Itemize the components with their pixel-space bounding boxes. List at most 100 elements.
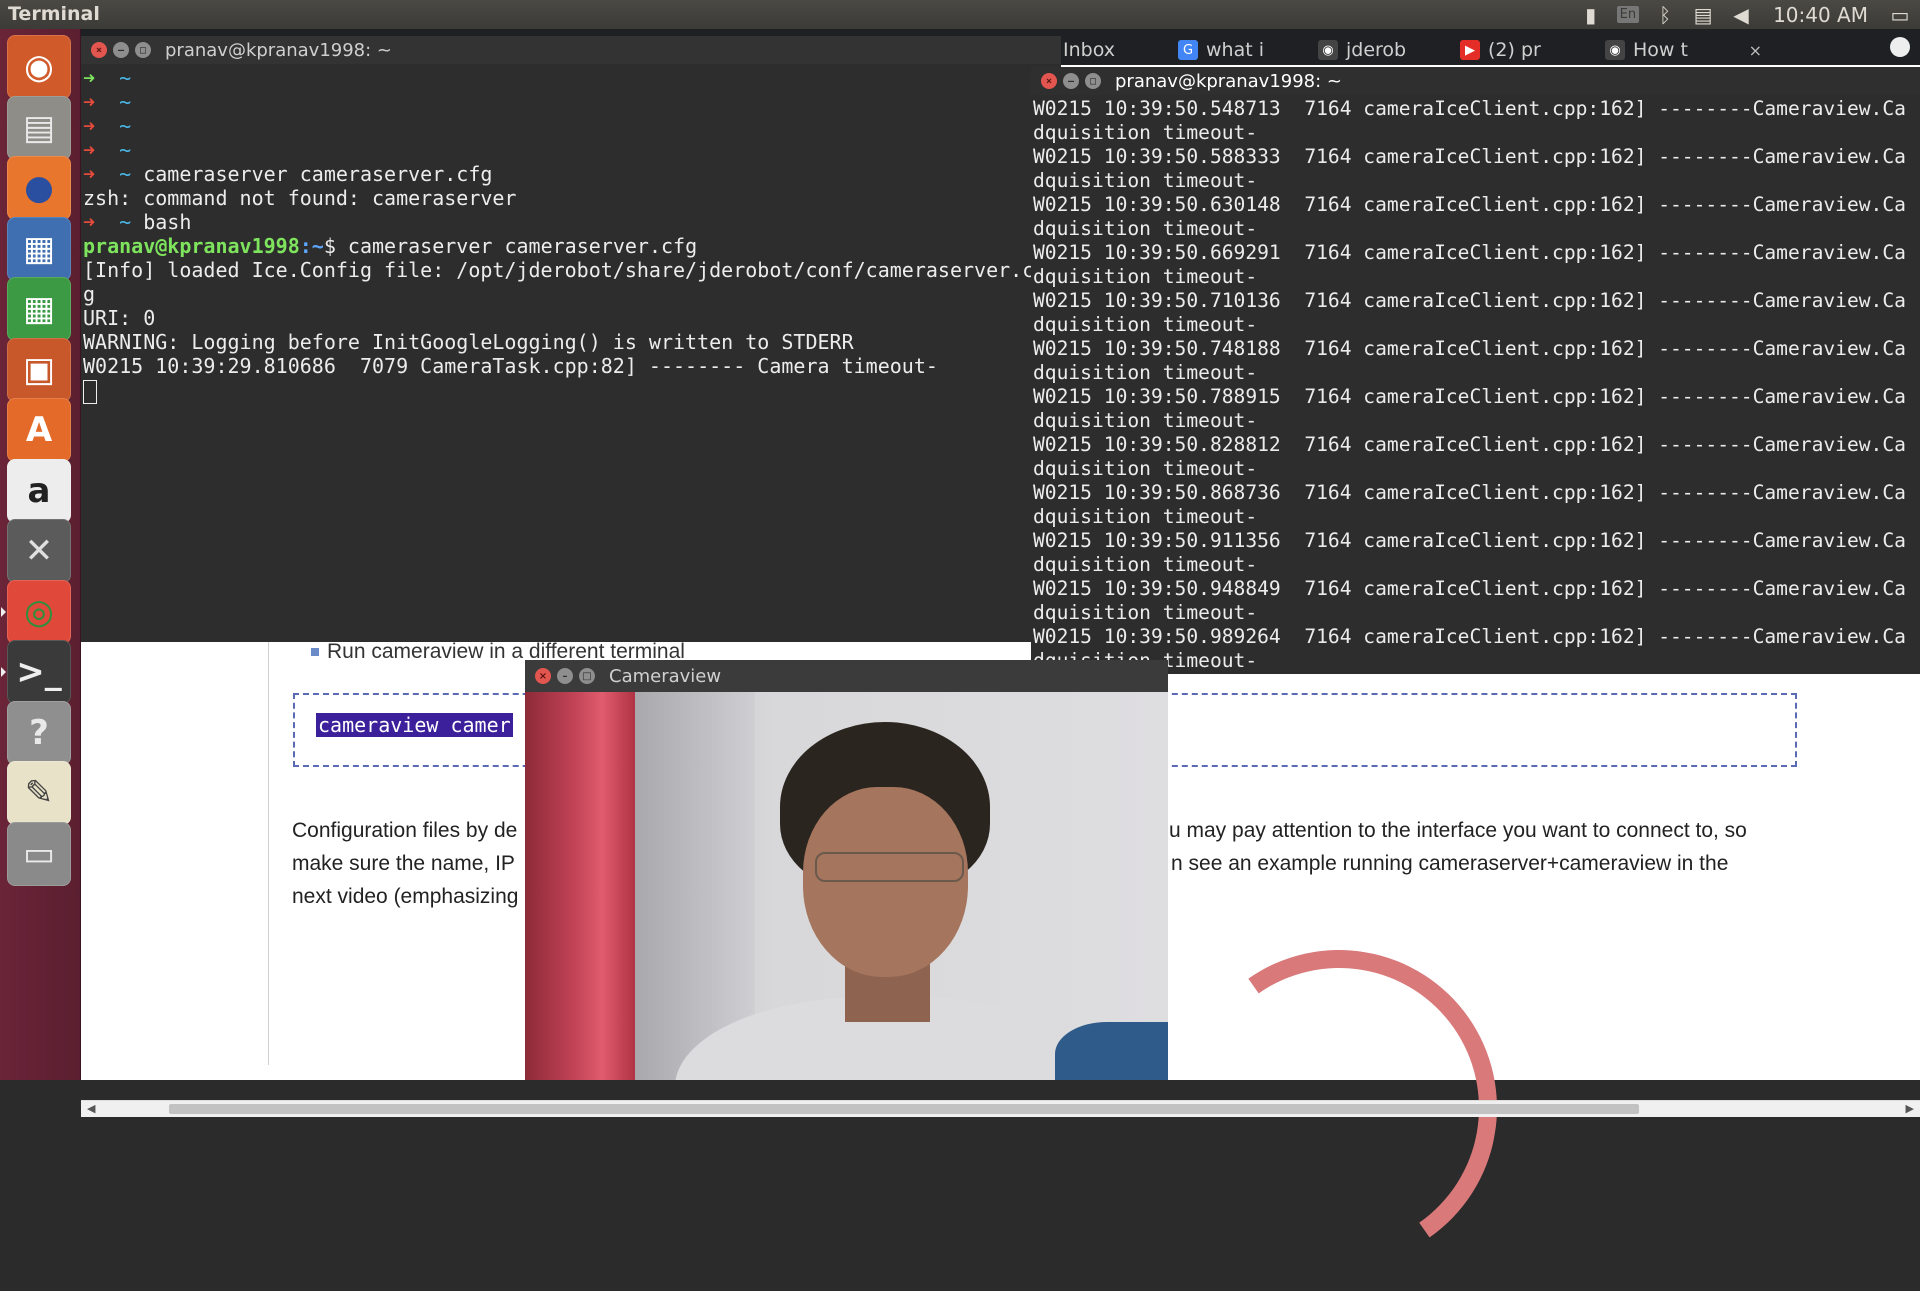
clock[interactable]: 10:40 AM (1773, 3, 1868, 27)
tab-favicon-icon: ▶ (1460, 40, 1480, 60)
maximize-icon[interactable]: □ (1085, 73, 1101, 89)
terminal-titlebar[interactable]: × – □ pranav@kpranav1998: ~ (1031, 67, 1920, 95)
prompt-arrow-icon: ➜ (83, 162, 120, 186)
terminal-line: ➜ ~ bash (83, 210, 1061, 234)
software-center-glyph: A (25, 410, 53, 450)
chrome-icon[interactable]: ◎ (7, 579, 71, 644)
close-icon[interactable]: × (535, 668, 551, 684)
prompt-cwd: ~ (119, 66, 132, 90)
calc-icon[interactable]: ▦ (7, 277, 71, 341)
terminal-icon[interactable]: >_ (7, 640, 71, 704)
writer-icon[interactable]: ▦ (7, 216, 71, 281)
clipboard-icon[interactable]: ▤ (1691, 3, 1715, 27)
scroll-right-icon[interactable]: ▶ (1906, 1102, 1914, 1115)
prompt-user: pranav@kpranav1998 (83, 234, 300, 258)
terminal-line: dquisition timeout- (1033, 169, 1258, 192)
browser-tab[interactable]: ◉ How t × (1605, 35, 1770, 65)
horizontal-scrollbar[interactable]: ◀ ▶ (81, 1100, 1920, 1117)
terminal-line: WARNING: Logging before InitGoogleLoggin… (83, 330, 854, 354)
paragraph-line: n see an example running cameraserver+ca… (1171, 852, 1729, 875)
prompt-arrow-icon: ➜ (83, 210, 120, 234)
display-icon[interactable]: ▭ (1888, 3, 1912, 27)
signal-icon[interactable]: ▮ (1579, 3, 1603, 27)
top-panel: Terminal ▮ En ᛒ ▤ ◀ 10:40 AM ▭ (0, 0, 1920, 29)
impress-icon[interactable]: ▣ (7, 337, 71, 402)
curtain (525, 692, 635, 1080)
terminal-line: dquisition timeout- (1033, 601, 1258, 624)
software-center-icon[interactable]: A (7, 398, 71, 462)
command-text: bash (131, 210, 192, 234)
terminal-line: W0215 10:39:50.828812 7164 cameraIceClie… (1033, 433, 1906, 456)
terminal-line: dquisition timeout- (1033, 457, 1258, 480)
scrollbar-thumb[interactable] (169, 1104, 1639, 1114)
terminal-line: dquisition timeout- (1033, 121, 1258, 144)
terminal-titlebar[interactable]: × – □ pranav@kpranav1998: ~ (81, 36, 1061, 64)
terminal-line: dquisition timeout- (1033, 409, 1258, 432)
minimize-icon[interactable]: – (1063, 73, 1079, 89)
help-glyph: ? (29, 712, 49, 753)
firefox-glyph: ● (24, 168, 54, 208)
impress-glyph: ▣ (22, 349, 56, 390)
terminal-line: ➜ ~ (83, 114, 1061, 138)
launcher: ◉ ▤ ● ▦ ▦ ▣ Aa ✕ ◎ >_? ✎ ▭ (0, 29, 81, 1080)
tab-label: what i (1206, 39, 1264, 61)
browser-tab[interactable]: ▶(2) pr× (1460, 35, 1625, 65)
cameraview-window[interactable]: × – □ Cameraview (525, 660, 1168, 1080)
system-settings-icon[interactable]: ✕ (7, 519, 71, 583)
blanket (1055, 1022, 1168, 1080)
terminal-output[interactable]: W0215 10:39:50.548713 7164 cameraIceClie… (1033, 97, 1920, 673)
paragraph-line: make sure the name, IP (292, 852, 515, 875)
amazon-icon[interactable]: a (7, 458, 71, 523)
close-icon[interactable]: × (91, 42, 107, 58)
active-app-title: Terminal (8, 3, 100, 25)
maximize-icon[interactable]: □ (579, 668, 595, 684)
system-tray: ▮ En ᛒ ▤ ◀ 10:40 AM ▭ (1579, 0, 1920, 29)
tab-close-icon[interactable]: × (1749, 41, 1762, 60)
terminal-line: W0215 10:39:50.669291 7164 cameraIceClie… (1033, 241, 1906, 264)
maximize-icon[interactable]: □ (135, 42, 151, 58)
system-settings-glyph: ✕ (24, 531, 54, 571)
prompt-cwd: ~ (119, 114, 132, 138)
terminal-output[interactable]: ➜ ~ ➜ ~ ➜ ~ ➜ ~ ➜ ~ cameraserver cameraserve… (83, 66, 1061, 404)
files-icon[interactable]: ▤ (7, 95, 71, 160)
terminal-line: pranav@kpranav1998:~$ cameraserver camer… (83, 234, 1061, 258)
terminal-line: ➜ ~ cameraserver cameraserver.cfg (83, 162, 1061, 186)
workspace-switcher-icon[interactable]: ▭ (7, 821, 71, 886)
tab-favicon-icon: ◉ (1605, 40, 1625, 60)
terminal-line: dquisition timeout- (1033, 265, 1258, 288)
tab-label: Inbox (1063, 39, 1115, 61)
minimize-icon[interactable]: – (557, 668, 573, 684)
terminal-window-left[interactable]: × – □ pranav@kpranav1998: ~ ➜ ~ ➜ ~ ➜ ~ ➜ ~… (81, 36, 1061, 642)
paragraph-line: next video (emphasizing (292, 885, 519, 908)
browser-tab[interactable]: ◉jderob× (1318, 35, 1483, 65)
volume-icon[interactable]: ◀ (1729, 3, 1753, 27)
terminal-line: W0215 10:39:50.710136 7164 cameraIceClie… (1033, 289, 1906, 312)
terminal-line: W0215 10:39:50.868736 7164 cameraIceClie… (1033, 481, 1906, 504)
terminal-window-right[interactable]: × – □ pranav@kpranav1998: ~ W0215 10:39:… (1031, 67, 1920, 674)
terminal-line (83, 378, 1061, 404)
help-icon[interactable]: ? (7, 700, 71, 765)
terminal-line: W0215 10:39:50.911356 7164 cameraIceClie… (1033, 529, 1906, 552)
terminal-line: ➜ ~ (83, 90, 1061, 114)
text-editor-icon[interactable]: ✎ (7, 761, 71, 825)
bullet-icon (311, 648, 319, 657)
terminal-line: ➜ ~ (83, 138, 1061, 162)
ubuntu-dash-icon[interactable]: ◉ (7, 35, 71, 99)
bluetooth-icon[interactable]: ᛒ (1653, 3, 1677, 27)
terminal-line: dquisition timeout- (1033, 553, 1258, 576)
profile-icon[interactable] (1890, 37, 1910, 57)
running-indicator-icon (1, 667, 6, 677)
terminal-cursor (83, 379, 97, 404)
terminal-title: pranav@kpranav1998: ~ (1115, 70, 1342, 92)
firefox-icon[interactable]: ● (7, 156, 71, 220)
scroll-left-icon[interactable]: ◀ (87, 1102, 95, 1115)
close-icon[interactable]: × (1041, 73, 1057, 89)
prompt-cwd: :~ (299, 234, 324, 258)
tab-favicon-icon: ◉ (1318, 40, 1338, 60)
keyboard-lang-icon[interactable]: En (1616, 6, 1640, 23)
cameraview-titlebar[interactable]: × – □ Cameraview (525, 660, 1168, 692)
calc-glyph: ▦ (22, 289, 56, 329)
writer-glyph: ▦ (22, 228, 56, 269)
minimize-icon[interactable]: – (113, 42, 129, 58)
tab-label: How t (1633, 39, 1688, 61)
